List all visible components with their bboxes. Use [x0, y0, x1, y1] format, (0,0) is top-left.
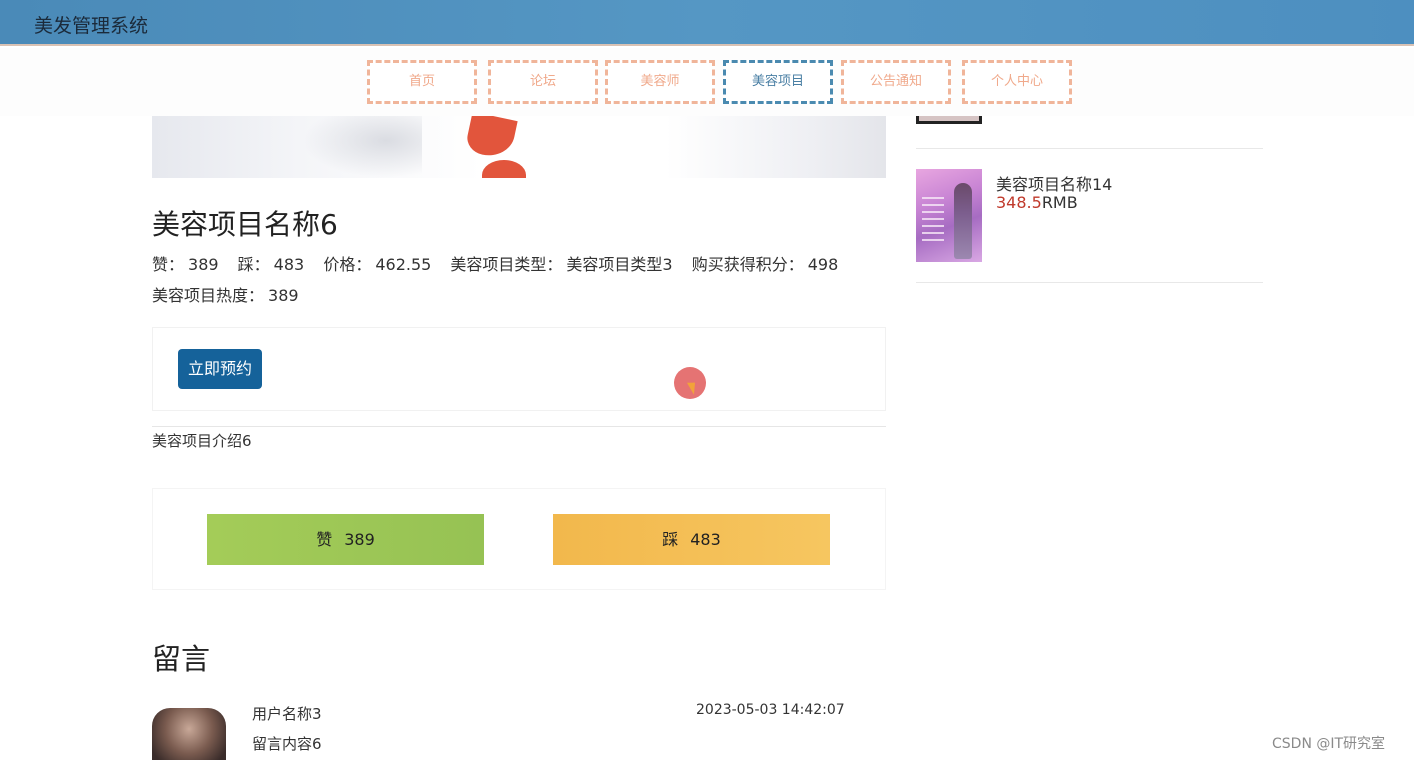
app-title: 美发管理系统	[34, 15, 149, 37]
nav-item-home[interactable]: 首页	[367, 60, 477, 104]
heat-meta-value: 389	[268, 286, 299, 305]
watermark: CSDN @IT研究室	[1272, 736, 1386, 752]
section-divider	[152, 426, 886, 427]
project-hero-image	[152, 116, 886, 178]
sidebar-thumbnail-partial[interactable]	[916, 116, 982, 124]
main-nav: 首页 论坛 美容师 美容项目 公告通知 个人中心	[0, 48, 1414, 116]
like-button-label: 赞	[316, 530, 333, 549]
thumbnail-text-decoration	[922, 197, 944, 245]
message-content: 留言内容6	[252, 735, 322, 753]
message-timestamp: 2023-05-03 14:42:07	[696, 702, 845, 718]
dislike-meta: 踩： 483	[238, 255, 305, 274]
like-meta-value: 389	[188, 255, 219, 274]
message-user-name: 用户名称3	[252, 705, 322, 723]
sidebar-item-price: 348.5RMB	[996, 193, 1078, 212]
like-meta-label: 赞：	[152, 255, 185, 274]
book-now-button[interactable]: 立即预约	[178, 349, 262, 389]
heat-meta-label: 美容项目热度：	[152, 286, 265, 305]
dislike-button-label: 踩	[662, 530, 679, 549]
dislike-meta-value: 483	[273, 255, 305, 274]
nav-item-personal-center[interactable]: 个人中心	[962, 60, 1072, 104]
type-meta: 美容项目类型： 美容项目类型3	[450, 255, 672, 274]
nav-item-beauticians[interactable]: 美容师	[605, 60, 715, 104]
price-meta-label: 价格：	[323, 255, 372, 274]
booking-panel	[152, 327, 886, 411]
sidebar-divider	[916, 148, 1263, 149]
type-meta-label: 美容项目类型：	[450, 255, 563, 274]
dislike-button[interactable]: 踩 483	[553, 514, 830, 565]
project-title: 美容项目名称6	[152, 208, 338, 241]
like-button[interactable]: 赞 389	[207, 514, 484, 565]
nav-item-beauty-projects[interactable]: 美容项目	[723, 60, 833, 104]
top-header-bar: 美发管理系统	[0, 0, 1414, 46]
messages-heading: 留言	[152, 642, 211, 676]
hero-shade	[302, 116, 422, 178]
sidebar-item-price-unit: RMB	[1041, 193, 1078, 212]
dislike-meta-label: 踩：	[237, 255, 270, 274]
type-meta-value: 美容项目类型3	[566, 255, 673, 274]
dislike-button-count: 483	[690, 530, 721, 549]
thumbnail-figure	[954, 183, 972, 259]
sidebar-divider	[916, 282, 1263, 283]
project-meta-row: 赞： 389 踩： 483 价格： 462.55 美容项目类型： 美容项目类型3 购买获…	[152, 251, 852, 275]
like-meta: 赞： 389	[152, 255, 219, 274]
sidebar-item-thumbnail[interactable]	[916, 169, 982, 262]
sidebar-item-price-value: 348.5	[996, 193, 1042, 212]
project-intro: 美容项目介绍6	[152, 432, 252, 450]
nav-item-forum[interactable]: 论坛	[488, 60, 598, 104]
like-button-count: 389	[344, 530, 375, 549]
points-meta: 购买获得积分： 498	[692, 255, 839, 274]
points-meta-label: 购买获得积分：	[691, 255, 804, 274]
nav-item-announcements[interactable]: 公告通知	[841, 60, 951, 104]
points-meta-value: 498	[807, 255, 839, 274]
price-meta-value: 462.55	[375, 255, 432, 274]
avatar	[152, 708, 226, 760]
price-meta: 价格： 462.55	[323, 255, 431, 274]
heat-meta: 美容项目热度： 389	[152, 286, 299, 305]
hero-petal	[464, 116, 518, 161]
sidebar-item-name[interactable]: 美容项目名称14	[996, 171, 1112, 195]
hero-petal	[482, 160, 526, 178]
project-heat-row: 美容项目热度： 389	[152, 282, 313, 306]
